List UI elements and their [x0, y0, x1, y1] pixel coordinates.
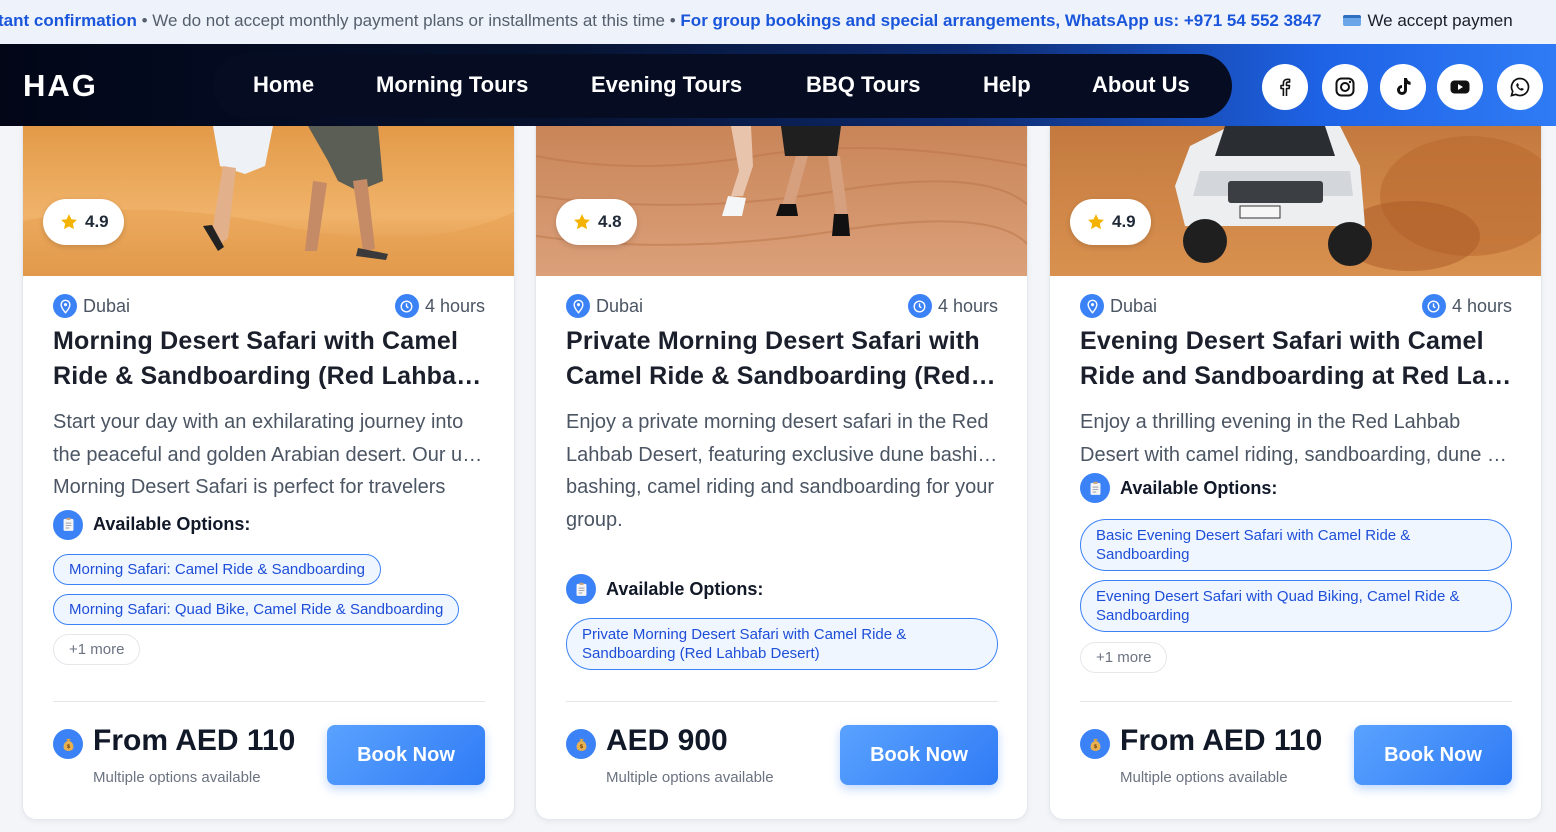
duration: 4 hours — [907, 294, 998, 318]
option-chip[interactable]: Evening Desert Safari with Quad Biking, … — [1080, 580, 1512, 632]
nav-help[interactable]: Help — [983, 72, 1031, 98]
whatsapp-icon[interactable] — [1497, 64, 1543, 110]
tour-title[interactable]: Evening Desert Safari with Camel Ride an… — [1080, 324, 1512, 394]
ticker-payment-note: We do not accept monthly payment plans o… — [152, 11, 666, 30]
money-bag-icon: $ — [53, 729, 83, 759]
rating-badge: 4.8 — [556, 199, 637, 245]
tour-card[interactable]: 4.9 Dubai 4 hours Evening Desert Safari … — [1049, 126, 1542, 820]
book-now-button[interactable]: Book Now — [840, 725, 998, 785]
price: From AED 110 — [93, 724, 296, 757]
svg-text:$: $ — [579, 744, 583, 750]
nav-home[interactable]: Home — [253, 72, 314, 98]
location-text: Dubai — [596, 295, 644, 316]
duration-text: 4 hours — [1451, 295, 1512, 316]
book-now-button[interactable]: Book Now — [1354, 725, 1512, 785]
ticker-confirmation: tant confirmation — [0, 11, 137, 30]
divider — [53, 701, 485, 702]
price-subtext: Multiple options available — [93, 769, 261, 786]
ticker-payment-methods: We accept paymen — [1367, 11, 1513, 30]
tour-card[interactable]: 4.8 Dubai 4 hours Private Morning Desert… — [535, 126, 1028, 820]
more-options-button[interactable]: +1 more — [53, 633, 141, 665]
star-icon — [1088, 214, 1104, 230]
credit-card-icon — [1343, 15, 1362, 27]
tour-title[interactable]: Private Morning Desert Safari with Camel… — [566, 324, 998, 394]
option-chip[interactable]: Morning Safari: Quad Bike, Camel Ride & … — [53, 593, 460, 625]
more-options-button[interactable]: +1 more — [1080, 642, 1168, 673]
site-header: HAG Home Morning Tours Evening Tours BBQ… — [0, 44, 1556, 126]
tour-photo[interactable]: 4.9 — [23, 126, 514, 276]
money-bag-icon: $ — [566, 729, 596, 759]
rating-value: 4.8 — [598, 212, 622, 231]
available-options-heading: Available Options: — [566, 574, 998, 604]
money-bag-icon: $ — [1080, 729, 1110, 759]
location: Dubai — [566, 294, 643, 318]
nav-morning-tours[interactable]: Morning Tours — [376, 72, 528, 98]
duration: 4 hours — [394, 294, 485, 318]
main-nav: Home Morning Tours Evening Tours BBQ Tou… — [213, 54, 1232, 118]
clipboard-icon — [566, 574, 596, 604]
tiktok-icon[interactable] — [1380, 64, 1426, 110]
tour-photo[interactable]: 4.8 — [536, 126, 1027, 276]
star-icon — [61, 214, 77, 230]
instagram-icon[interactable] — [1322, 64, 1368, 110]
available-options-heading: Available Options: — [1080, 473, 1512, 503]
ticker-whatsapp-link[interactable]: For group bookings and special arrangeme… — [680, 11, 1321, 30]
duration-text: 4 hours — [937, 295, 998, 316]
svg-text:$: $ — [66, 744, 70, 750]
location-text: Dubai — [83, 295, 131, 316]
price-subtext: Multiple options available — [606, 769, 774, 786]
site-logo[interactable]: HAG — [23, 68, 98, 104]
tour-title[interactable]: Morning Desert Safari with Camel Ride & … — [53, 324, 485, 394]
clock-icon — [1421, 294, 1446, 318]
option-chip[interactable]: Private Morning Desert Safari with Camel… — [566, 618, 998, 670]
clock-icon — [394, 294, 419, 318]
price: AED 900 — [606, 724, 728, 757]
rating-value: 4.9 — [1112, 212, 1136, 231]
price-subtext: Multiple options available — [1120, 769, 1288, 786]
divider — [566, 701, 998, 702]
tour-description: Enjoy a private morning desert safari in… — [566, 411, 998, 531]
clock-icon — [907, 294, 932, 318]
svg-text:$: $ — [1093, 744, 1097, 750]
option-chip[interactable]: Basic Evening Desert Safari with Camel R… — [1080, 519, 1512, 571]
rating-badge: 4.9 — [1070, 199, 1151, 245]
option-chip[interactable]: Morning Safari: Camel Ride & Sandboardin… — [53, 553, 381, 585]
rating-value: 4.9 — [85, 212, 109, 231]
nav-evening-tours[interactable]: Evening Tours — [591, 72, 742, 98]
star-icon — [574, 214, 590, 230]
nav-bbq-tours[interactable]: BBQ Tours — [806, 72, 920, 98]
tour-description: Start your day with an exhilarating jour… — [53, 411, 485, 498]
location-pin-icon — [566, 294, 590, 318]
youtube-icon[interactable] — [1437, 64, 1483, 110]
facebook-icon[interactable] — [1262, 64, 1308, 110]
price: From AED 110 — [1120, 724, 1323, 757]
location-text: Dubai — [1110, 295, 1158, 316]
rating-badge: 4.9 — [43, 199, 124, 245]
duration: 4 hours — [1421, 294, 1512, 318]
nav-about-us[interactable]: About Us — [1092, 72, 1190, 98]
announcement-bar: tant confirmation • We do not accept mon… — [0, 0, 1556, 44]
tour-description: Enjoy a thrilling evening in the Red Lah… — [1080, 411, 1512, 466]
available-options-heading: Available Options: — [53, 509, 485, 540]
tour-photo[interactable]: 4.9 — [1050, 126, 1541, 276]
location-pin-icon — [1080, 294, 1104, 318]
divider — [1080, 701, 1512, 702]
tour-card[interactable]: 4.9 Dubai 4 hours Morning Desert Safari … — [22, 126, 515, 820]
duration-text: 4 hours — [424, 295, 485, 316]
clipboard-icon — [53, 509, 83, 540]
clipboard-icon — [1080, 473, 1110, 503]
location: Dubai — [53, 294, 130, 318]
book-now-button[interactable]: Book Now — [327, 725, 485, 785]
location: Dubai — [1080, 294, 1157, 318]
location-pin-icon — [53, 294, 77, 318]
